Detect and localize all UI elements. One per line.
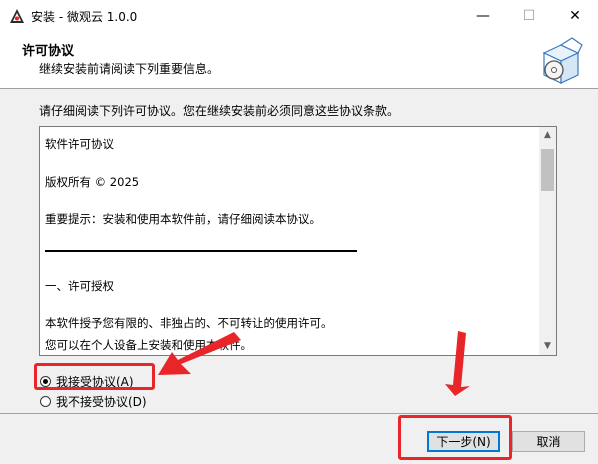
annotation-arrow-to-next (445, 331, 470, 396)
annotation-arrow-to-accept (158, 332, 241, 375)
annotation-arrows (158, 331, 470, 396)
